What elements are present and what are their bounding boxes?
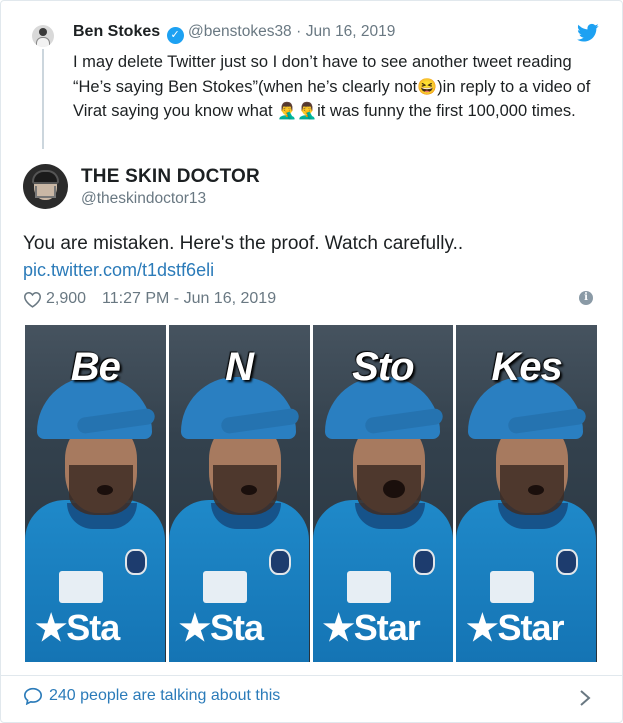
facepalm-emoji-icon: 🤦‍♂️	[277, 103, 298, 120]
media-panel: N ★Sta	[168, 325, 310, 662]
jersey-text: ★Star	[322, 607, 421, 648]
quoted-header: Ben Stokes ✓ @benstokes38 · Jun 16, 2019	[73, 23, 395, 44]
quoted-date[interactable]: Jun 16, 2019	[306, 23, 396, 40]
panel-caption: N	[225, 345, 254, 389]
tweet-meta: 2,900 11:27 PM - Jun 16, 2019	[23, 290, 276, 308]
verified-badge-icon: ✓	[166, 27, 184, 44]
jersey-text: ★Star	[466, 607, 564, 648]
tweet-text: You are mistaken. Here's the proof. Watc…	[23, 233, 464, 254]
quoted-separator: ·	[296, 23, 302, 40]
tweet-timestamp[interactable]: 11:27 PM - Jun 16, 2019	[102, 290, 276, 308]
panel-caption: Be	[70, 345, 121, 389]
panel-caption: Kes	[491, 345, 562, 389]
embedded-tweet-card: Ben Stokes ✓ @benstokes38 · Jun 16, 2019…	[0, 0, 623, 723]
author-name[interactable]: THE SKIN DOCTOR	[81, 166, 260, 188]
quoted-author-handle[interactable]: @benstokes38	[188, 23, 292, 40]
conversation-link[interactable]: 240 people are talking about this	[23, 687, 280, 705]
like-count[interactable]: 2,900	[46, 290, 86, 308]
author-handle[interactable]: @theskindoctor13	[81, 190, 206, 208]
footer-divider	[1, 675, 622, 676]
twitter-bird-icon[interactable]	[577, 23, 599, 43]
quoted-avatar[interactable]	[32, 25, 54, 47]
thread-line	[42, 49, 44, 149]
media-panel: Sto ★Star	[312, 325, 454, 662]
talking-count[interactable]: 240 people are talking about this	[49, 687, 280, 705]
quoted-text-part3: it was funny the first 100,000 times.	[317, 102, 576, 120]
author-avatar[interactable]	[23, 164, 68, 209]
heart-icon[interactable]	[23, 291, 42, 308]
panel-caption: Sto	[352, 345, 414, 389]
comment-bubble-icon	[23, 687, 43, 705]
quoted-tweet-text: I may delete Twitter just so I don’t hav…	[73, 50, 603, 124]
chevron-right-icon[interactable]	[579, 689, 591, 707]
facepalm-emoji-icon: 🤦‍♂️	[297, 103, 318, 120]
tweet-media[interactable]: Be ★Sta N ★Sta Sto ★Star Kes ★Star	[25, 325, 597, 662]
media-panel: Be ★Sta	[25, 325, 166, 662]
jersey-text: ★Sta	[35, 607, 120, 648]
jersey-text: ★Sta	[178, 607, 264, 648]
media-panel: Kes ★Star	[456, 325, 597, 662]
info-icon[interactable]: i	[579, 291, 593, 305]
quoted-author-name[interactable]: Ben Stokes	[73, 23, 160, 40]
media-link[interactable]: pic.twitter.com/t1dstf6eli	[23, 260, 214, 281]
laughing-emoji-icon: 😆	[417, 78, 438, 96]
quoted-tweet[interactable]: Ben Stokes ✓ @benstokes38 · Jun 16, 2019…	[1, 1, 622, 151]
